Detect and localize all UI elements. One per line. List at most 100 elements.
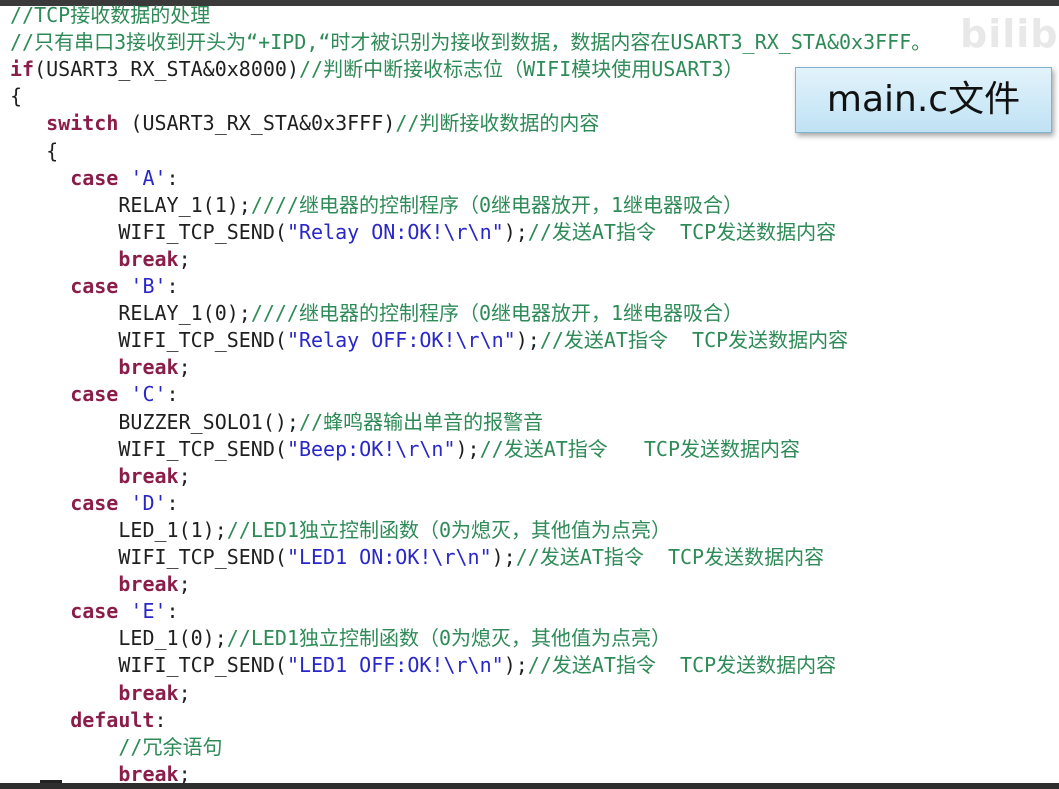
code-line: case 'E':: [70, 598, 178, 625]
code-token: BUZZER_SOLO1();: [118, 409, 299, 434]
code-token: WIFI_TCP_SEND(: [118, 545, 287, 569]
code-token: {: [46, 138, 59, 163]
code-token: :: [166, 382, 179, 407]
code-line: LED_1(1);//LED1独立控制函数（0为熄灭，其他值为点亮）: [118, 517, 671, 544]
code-token: //LED1独立控制函数（0为熄灭，其他值为点亮）: [226, 517, 672, 542]
code-token: //冗余语句: [118, 734, 223, 759]
code-token: RELAY_1(1);: [118, 192, 251, 217]
code-line: {: [10, 83, 22, 110]
code-line: //冗余语句: [118, 734, 222, 761]
code-line: BUZZER_SOLO1();//蜂鸣器输出单音的报警音: [118, 409, 543, 436]
code-line: RELAY_1(1);////继电器的控制程序（0继电器放开，1继电器吸合）: [118, 192, 743, 219]
code-token: //发送AT指令 TCP发送数据内容: [515, 545, 825, 569]
code-token: :: [166, 274, 179, 298]
code-token: break: [118, 246, 179, 271]
code-token: if: [10, 57, 35, 82]
code-line: case 'C':: [70, 381, 178, 408]
code-token: //只有串口3接收到开头为“+IPD,“时才被识别为接收到数据，数据内容在USA…: [10, 30, 932, 55]
code-token: );: [503, 219, 528, 244]
code-line: //只有串口3接收到开头为“+IPD,“时才被识别为接收到数据，数据内容在USA…: [10, 29, 931, 56]
code-token: ////继电器的控制程序（0继电器放开，1继电器吸合）: [250, 301, 744, 326]
code-token: break: [118, 463, 179, 488]
code-line: WIFI_TCP_SEND("Relay ON:OK!\r\n");//发送AT…: [118, 219, 836, 246]
window-bottom-bar: [0, 783, 1059, 789]
code-line: WIFI_TCP_SEND("Beep:OK!\r\n");//发送AT指令 T…: [118, 436, 800, 463]
code-token: case: [70, 274, 119, 298]
code-token: break: [118, 680, 179, 705]
code-token: WIFI_TCP_SEND(: [118, 436, 287, 461]
code-line: case 'B':: [70, 273, 178, 300]
code-token: 'A': [130, 165, 167, 190]
code-token: //判断中断接收标志位（WIFI模块使用USART3）: [299, 57, 744, 82]
code-line: switch (USART3_RX_STA&0x3FFF)//判断接收数据的内容: [46, 110, 599, 137]
code-token: ;: [178, 355, 191, 380]
code-token: :: [166, 165, 179, 190]
code-token: ;: [178, 463, 191, 488]
code-line: WIFI_TCP_SEND("Relay OFF:OK!\r\n");//发送A…: [118, 327, 848, 354]
code-line: WIFI_TCP_SEND("LED1 OFF:OK!\r\n");//发送AT…: [118, 652, 836, 679]
code-token: {: [10, 84, 23, 109]
code-token: "Relay OFF:OK!\r\n": [286, 328, 516, 353]
code-token: //判断接收数据的内容: [395, 111, 600, 136]
code-token: default: [70, 707, 155, 732]
code-token: //发送AT指令 TCP发送数据内容: [527, 219, 837, 244]
code-token: WIFI_TCP_SEND(: [118, 653, 287, 678]
code-token: "Beep:OK!\r\n": [286, 436, 456, 461]
code-line: WIFI_TCP_SEND("LED1 ON:OK!\r\n");//发送AT指…: [118, 544, 824, 571]
code-line: break;: [118, 246, 190, 273]
code-line: case 'A':: [70, 165, 178, 192]
code-token: );: [503, 653, 528, 678]
code-line: break;: [118, 463, 190, 490]
code-line: case 'D':: [70, 490, 178, 517]
code-token: "LED1 ON:OK!\r\n": [286, 545, 492, 569]
code-token: ;: [178, 246, 191, 271]
code-token: //LED1独立控制函数（0为熄灭，其他值为点亮）: [226, 626, 672, 651]
code-token: ;: [178, 572, 191, 597]
code-token: case: [70, 382, 119, 407]
code-token: case: [70, 599, 119, 624]
code-token: break: [118, 572, 179, 597]
code-token: ;: [178, 680, 191, 705]
code-token: );: [491, 545, 516, 569]
code-token: "LED1 OFF:OK!\r\n": [286, 653, 504, 678]
code-token: :: [154, 707, 167, 732]
code-token: 'E': [130, 599, 167, 624]
code-line: LED_1(0);//LED1独立控制函数（0为熄灭，其他值为点亮）: [118, 625, 671, 652]
code-token: WIFI_TCP_SEND(: [118, 328, 287, 353]
code-token: //TCP接收数据的处理: [10, 3, 211, 27]
code-token: 'C': [130, 382, 167, 407]
code-line: break;: [118, 680, 190, 707]
code-line: //TCP接收数据的处理: [10, 2, 210, 29]
code-token: //蜂鸣器输出单音的报警音: [298, 409, 544, 434]
code-token: LED_1(0);: [118, 626, 227, 651]
code-token: "Relay ON:OK!\r\n": [286, 219, 504, 244]
code-token: );: [455, 436, 480, 461]
code-token: WIFI_TCP_SEND(: [118, 219, 287, 244]
code-token: (USART3_RX_STA&0x8000): [34, 57, 299, 82]
code-line: if(USART3_RX_STA&0x8000)//判断中断接收标志位（WIFI…: [10, 56, 744, 83]
code-token: case: [70, 490, 119, 515]
code-token: (USART3_RX_STA&0x3FFF): [118, 111, 396, 136]
code-token: 'D': [130, 490, 167, 515]
code-token: :: [166, 490, 179, 515]
code-line: {: [46, 138, 58, 165]
code-line: break;: [118, 571, 190, 598]
code-line: RELAY_1(0);////继电器的控制程序（0继电器放开，1继电器吸合）: [118, 300, 743, 327]
code-line: break;: [118, 354, 190, 381]
code-token: switch: [46, 111, 119, 136]
watermark-logo: bilib: [960, 12, 1059, 56]
code-token: RELAY_1(0);: [118, 301, 251, 326]
code-token: :: [166, 599, 179, 624]
code-token: break: [118, 355, 179, 380]
file-name-callout: main.c文件: [795, 67, 1052, 133]
code-token: 'B': [130, 274, 167, 298]
code-token: //发送AT指令 TCP发送数据内容: [539, 328, 849, 353]
code-token: //发送AT指令 TCP发送数据内容: [527, 653, 837, 678]
code-token: //发送AT指令 TCP发送数据内容: [479, 436, 801, 461]
code-line: default:: [70, 707, 166, 734]
